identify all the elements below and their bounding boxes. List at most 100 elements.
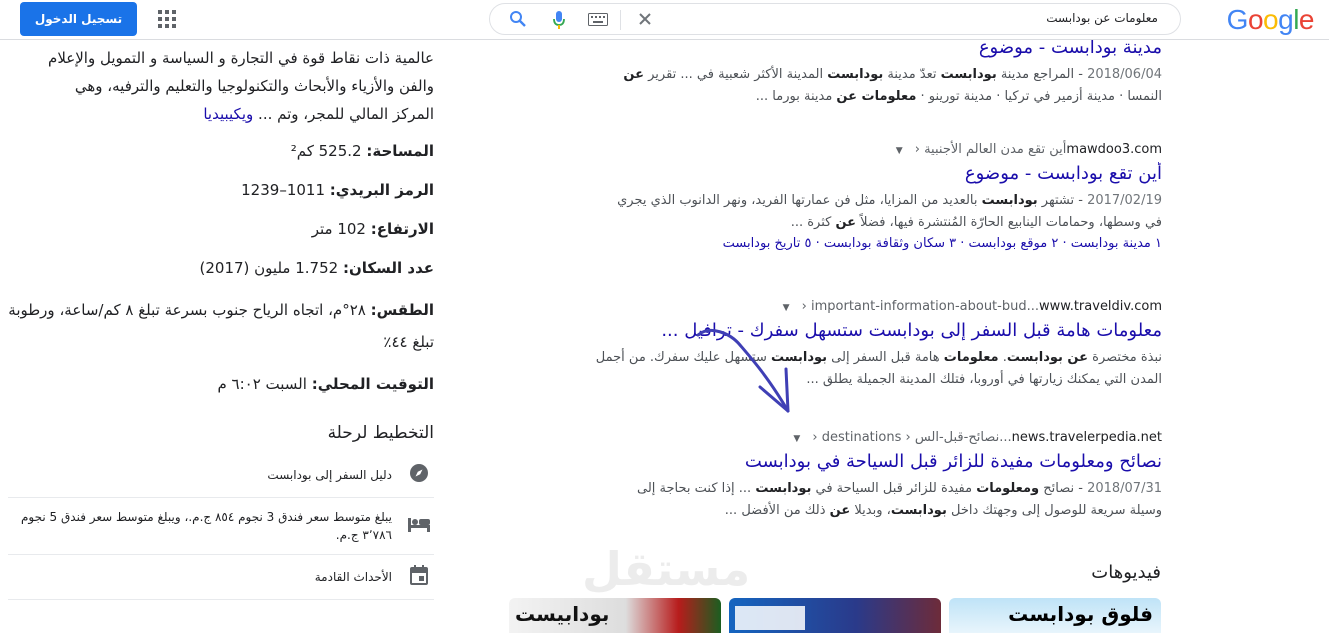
snippet-text: مدينة بورما ... (755, 89, 837, 104)
snippet-text: بالعديد من المزايا، مثل فن عمارتها الفري… (617, 193, 982, 208)
annotation-arrow-icon (696, 329, 790, 413)
result-url[interactable]: ▼ › important-information-about-bud...ww… (580, 299, 1162, 314)
snippet-text: ذلك من الأفضل ... (724, 503, 830, 518)
snippet-text: . (998, 350, 1007, 365)
video-thumbnail[interactable]: فلوق بودابست (949, 598, 1161, 633)
plan-item-label: يبلغ متوسط سعر فندق 3 نجوم ٨٥٤ ج.م.، ويب… (20, 510, 392, 542)
kp-description: عالمية ذات نقاط قوة في التجارة و السياسة… (8, 44, 434, 128)
result-snippet: 2018/07/31 - نصائح ومعلومات مفيدة للزائر… (580, 478, 1162, 522)
result-url[interactable]: ▼ › destinations › نصائح-قبل-الس...news.… (580, 430, 1162, 445)
fact-postal-code: الرمز البريدي: 1011–1239 (8, 177, 434, 203)
search-box[interactable]: معلومات عن بودابست (489, 3, 1181, 35)
video-thumbnail[interactable]: بودابيست (509, 598, 721, 633)
video-thumbnail[interactable] (729, 598, 941, 633)
fact-label[interactable]: التوقيت المحلي: (312, 375, 434, 393)
result-snippet: 2017/02/19 - تشتهر بودابست بالعديد من ال… (580, 190, 1162, 234)
clear-icon[interactable] (636, 9, 654, 33)
snippet-line: 2017/02/19 - تشتهر بودابست بالعديد من ال… (580, 190, 1162, 212)
snippet-line: المدن التي يمكنك زيارتها في أوروبا، فتلك… (580, 369, 1162, 391)
google-logo[interactable]: Google (1227, 4, 1315, 36)
signin-button[interactable]: تسجيل الدخول (20, 2, 137, 36)
snippet-bold: عن (623, 67, 644, 82)
snippet-text: كثرة ... (790, 215, 836, 230)
result-url-path: › أين تقع مدن العالم الأجنبية (910, 142, 1067, 157)
snippet-text: النمسا · مدينة أزمير في تركيا · مدينة تو… (916, 89, 1163, 104)
search-icon[interactable] (509, 10, 527, 32)
fact-label[interactable]: الرمز البريدي: (330, 181, 434, 199)
fact-value: 1011–1239 (241, 181, 330, 199)
calendar-icon (404, 565, 434, 589)
video-caption: فلوق بودابست (1008, 602, 1153, 626)
video-caption: بودابيست (515, 602, 610, 626)
logo-letter: o (1263, 4, 1279, 35)
snippet-line: في وسطها، وحمامات الينابيع الحارّة المُن… (580, 212, 1162, 234)
result-snippet: 2018/06/04 - المراجع مدينة بودابست تعدّ … (580, 64, 1162, 108)
fact-label[interactable]: عدد السكان: (343, 259, 434, 277)
snippet-text: ... إذا كنت بحاجة إلى (636, 481, 756, 496)
snippet-bold: بودابست (981, 193, 1038, 208)
apps-grid-icon[interactable] (158, 10, 176, 28)
fact-label[interactable]: الارتفاع: (371, 220, 434, 238)
dropdown-arrow-icon[interactable]: ▼ (783, 303, 790, 313)
result-date: 2018/07/31 (1087, 481, 1162, 496)
snippet-text: المدن التي يمكنك زيارتها في أوروبا، فتلك… (806, 372, 1162, 387)
search-result: ▼ › أين تقع مدن العالم الأجنبيةmawdoo3.c… (580, 142, 1162, 251)
result-url[interactable]: ▼ › أين تقع مدن العالم الأجنبيةmawdoo3.c… (580, 142, 1162, 157)
result-sitelinks[interactable]: ١ مدينة بودابست · ٢ موقع بودابست · ٣ سكا… (580, 236, 1162, 251)
snippet-bold: بودابست (890, 503, 947, 518)
dropdown-arrow-icon[interactable]: ▼ (793, 434, 800, 444)
kp-desc-line: عالمية ذات نقاط قوة في التجارة و السياسة… (48, 49, 434, 67)
videos-heading: فيديوهات (1091, 562, 1161, 583)
result-url-domain: news.travelerpedia.net (1011, 430, 1162, 445)
fact-value: السبت ٦:٠٢ م (217, 375, 312, 393)
fact-weather: الطقس: ٢٨°م، اتجاه الرياح جنوب بسرعة تبل… (8, 294, 434, 358)
search-input[interactable]: معلومات عن بودابست (1046, 11, 1158, 25)
search-result: ▼ › destinations › نصائح-قبل-الس...news.… (580, 430, 1162, 522)
result-url-path: › important-information-about-bud... (797, 299, 1039, 314)
snippet-bold: معلومات (943, 350, 999, 365)
fact-local-time: التوقيت المحلي: السبت ٦:٠٢ م (8, 371, 434, 397)
snippet-line: 2018/06/04 - المراجع مدينة بودابست تعدّ … (580, 64, 1162, 86)
snippet-bold: بودابست (827, 67, 884, 82)
fact-population: عدد السكان: 1.752 مليون (2017) (8, 255, 435, 281)
snippet-bold: عن (829, 503, 851, 518)
video-carousel: فلوق بودابست بودابيست (509, 598, 1161, 633)
plan-item-hotels[interactable]: يبلغ متوسط سعر فندق 3 نجوم ٨٥٤ ج.م.، ويب… (8, 498, 434, 555)
logo-letter: e (1298, 4, 1315, 35)
snippet-text: وسيلة سريعة للوصول إلى وجهتك داخل (946, 503, 1162, 518)
fact-label[interactable]: المساحة: (366, 142, 434, 160)
plan-item-label: الأحداث القادمة (314, 570, 392, 584)
snippet-line: نبذة مختصرة عن بودابست. معلومات هامة قبل… (580, 347, 1162, 369)
dropdown-arrow-icon[interactable]: ▼ (896, 146, 903, 156)
snippet-bold: عن بودابست (1006, 350, 1089, 365)
snippet-line: النمسا · مدينة أزمير في تركيا · مدينة تو… (580, 86, 1162, 108)
result-title[interactable]: أين تقع بودابست - موضوع (580, 162, 1162, 186)
result-url-domain: mawdoo3.com (1066, 142, 1162, 157)
plan-item-travel-guide[interactable]: دليل السفر إلى بودابست (8, 453, 434, 498)
microphone-icon[interactable] (552, 10, 566, 34)
search-result: ▼ › important-information-about-bud...ww… (580, 299, 1162, 391)
snippet-text: - تشتهر (1037, 193, 1088, 208)
kp-desc-line: والفن والأزياء والأبحاث والتكنولوجيا وال… (74, 77, 434, 95)
plan-item-events[interactable]: الأحداث القادمة (8, 555, 434, 600)
wikipedia-link[interactable]: ويكيبيديا (203, 105, 253, 123)
fact-label[interactable]: الطقس: (371, 301, 434, 319)
result-title[interactable]: نصائح ومعلومات مفيدة للزائر قبل السياحة … (580, 450, 1162, 474)
snippet-text: نبذة مختصرة (1088, 350, 1162, 365)
fact-area: المساحة: 525.2 كم² (8, 138, 434, 164)
top-bar: Google معلومات عن بودابست تسجيل الدخول (0, 0, 1329, 40)
snippet-text: في وسطها، وحمامات الينابيع الحارّة المُن… (856, 215, 1162, 230)
logo-letter: o (1247, 4, 1264, 35)
snippet-text: - المراجع مدينة (996, 67, 1088, 82)
search-divider (620, 10, 621, 30)
kp-desc-text: المركز المالي للمجر، وتم ... (258, 105, 434, 123)
knowledge-panel: عالمية ذات نقاط قوة في التجارة و السياسة… (8, 44, 434, 600)
snippet-bold: ومعلومات (976, 481, 1040, 496)
keyboard-icon[interactable] (588, 12, 608, 31)
snippet-bold: عن (835, 215, 857, 230)
plan-trip-heading: التخطيط لرحلة (327, 423, 434, 443)
snippet-line: وسيلة سريعة للوصول إلى وجهتك داخل بودابس… (580, 500, 1162, 522)
logo-letter: g (1278, 4, 1294, 35)
search-result: مدينة بودابست - موضوع 2018/06/04 - المرا… (580, 36, 1162, 108)
result-title[interactable]: معلومات هامة قبل السفر إلى بودابست ستسهل… (580, 319, 1162, 343)
